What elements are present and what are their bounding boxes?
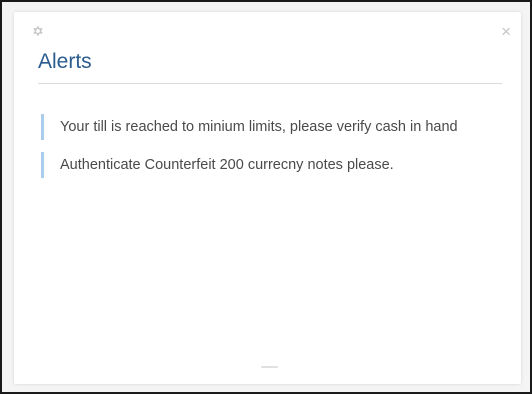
close-icon[interactable]: ×: [501, 23, 511, 40]
widget-title: Alerts: [38, 50, 92, 73]
alert-list: Your till is reached to minium limits, p…: [41, 114, 461, 190]
alerts-widget: × Alerts Your till is reached to minium …: [14, 12, 521, 384]
alert-item-counterfeit: Authenticate Counterfeit 200 currecny no…: [41, 152, 461, 178]
title-divider: [38, 83, 502, 84]
screenshot-frame: × Alerts Your till is reached to minium …: [0, 0, 532, 394]
alert-item-till-limit: Your till is reached to minium limits, p…: [41, 114, 461, 140]
gear-icon[interactable]: [31, 24, 45, 38]
resize-handle[interactable]: [261, 366, 278, 368]
